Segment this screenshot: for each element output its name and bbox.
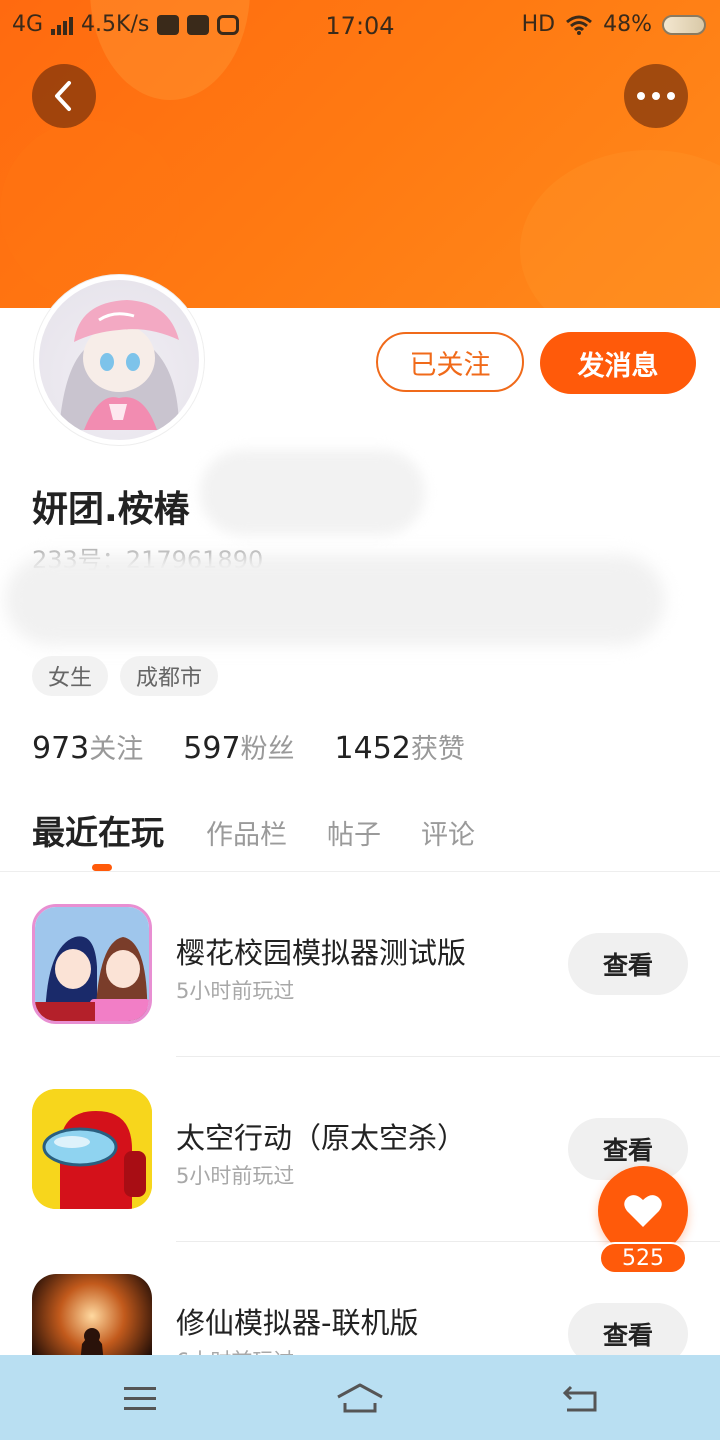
game-title: 太空行动（原太空杀） <box>176 1121 467 1155</box>
battery-icon <box>662 14 706 35</box>
hd-indicator: HD <box>521 12 556 37</box>
back-button[interactable] <box>32 64 96 128</box>
nav-menu-button[interactable] <box>110 1373 170 1423</box>
following-stat[interactable]: 973关注 <box>32 727 143 766</box>
more-options-button[interactable] <box>624 64 688 128</box>
gender-tag: 女生 <box>32 656 109 696</box>
tab-works[interactable]: 作品栏 <box>206 813 287 852</box>
return-icon <box>562 1385 597 1412</box>
profile-stats: 973关注 597粉丝 1452获赞 <box>32 727 465 766</box>
following-count: 973 <box>32 731 90 766</box>
heart-icon <box>624 1195 662 1227</box>
wifi-icon <box>566 15 593 35</box>
game-icon <box>32 904 152 1024</box>
profile-tabs: 最近在玩 作品栏 帖子 评论 <box>32 806 515 854</box>
following-label: 关注 <box>89 734 144 765</box>
profile-tags: 女生 成都市 <box>32 656 219 696</box>
game-icon <box>32 1089 152 1209</box>
followers-label: 粉丝 <box>240 734 295 765</box>
chevron-left-icon <box>55 81 71 111</box>
likes-count: 1452 <box>334 731 411 766</box>
likes-stat: 1452获赞 <box>335 727 465 766</box>
username: 妍团.桉椿 <box>32 489 190 530</box>
avatar-image <box>39 280 199 440</box>
likes-label: 获赞 <box>410 734 465 765</box>
blurred-bio <box>5 555 665 645</box>
nav-back-button[interactable] <box>550 1373 610 1423</box>
nav-home-button[interactable] <box>330 1373 390 1423</box>
home-icon <box>337 1383 383 1413</box>
game-title: 修仙模拟器-联机版 <box>176 1306 419 1340</box>
menu-icon <box>124 1387 156 1410</box>
followers-stat[interactable]: 597粉丝 <box>183 727 294 766</box>
tab-comments[interactable]: 评论 <box>421 813 475 852</box>
blurred-region <box>200 450 425 535</box>
game-title: 樱花校园模拟器测试版 <box>176 936 467 970</box>
tab-recently-played[interactable]: 最近在玩 <box>32 806 164 854</box>
system-nav-bar <box>0 1355 720 1440</box>
active-tab-indicator <box>92 864 112 871</box>
tab-posts[interactable]: 帖子 <box>327 813 381 852</box>
status-bar: 4G 4.5K/s 17:04 HD 48% <box>0 0 720 50</box>
more-dots-icon <box>637 92 675 100</box>
list-item[interactable]: 樱花校园模拟器测试版 5小时前玩过 查看 <box>0 872 720 1057</box>
city-tag: 成都市 <box>120 656 219 696</box>
view-button[interactable]: 查看 <box>568 933 688 995</box>
following-button[interactable]: 已关注 <box>376 332 524 392</box>
avatar[interactable] <box>34 275 204 445</box>
send-message-button[interactable]: 发消息 <box>540 332 696 394</box>
game-last-played: 5小时前玩过 <box>176 979 295 1003</box>
like-count-badge: 525 <box>599 1242 687 1274</box>
game-last-played: 5小时前玩过 <box>176 1164 295 1188</box>
followers-count: 597 <box>183 731 241 766</box>
battery-percent: 48% <box>603 12 652 37</box>
